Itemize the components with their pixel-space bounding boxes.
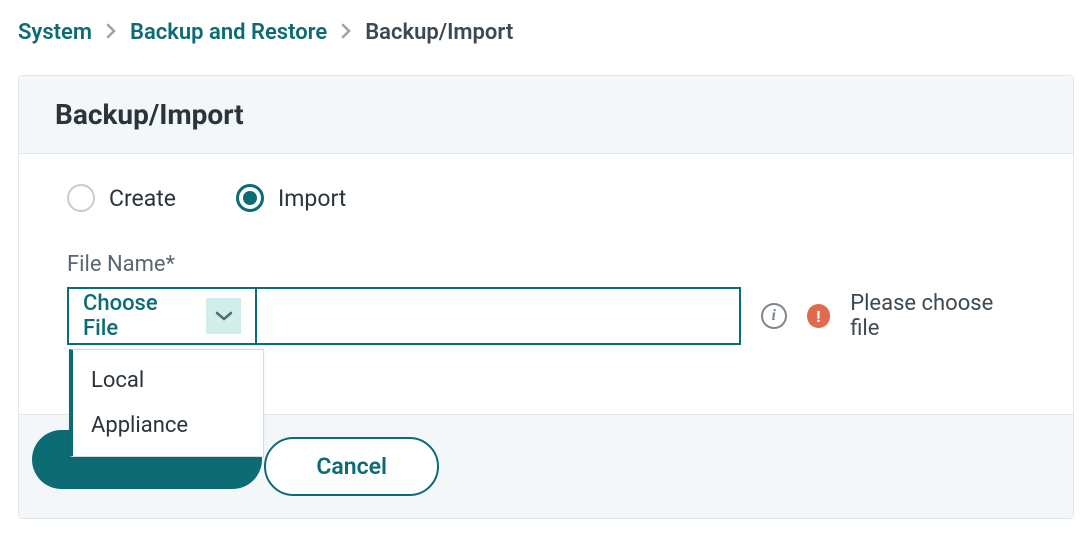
file-name-input[interactable] xyxy=(257,289,739,343)
breadcrumb-current: Backup/Import xyxy=(365,20,513,45)
chevron-down-icon xyxy=(206,298,241,334)
breadcrumb: System Backup and Restore Backup/Import xyxy=(18,20,1074,45)
radio-icon xyxy=(67,184,95,212)
page-title: Backup/Import xyxy=(55,98,1037,131)
dropdown-option-appliance[interactable]: Appliance xyxy=(73,403,263,448)
choose-file-label: Choose File xyxy=(83,291,196,341)
breadcrumb-backup-restore[interactable]: Backup and Restore xyxy=(130,20,327,45)
radio-create[interactable]: Create xyxy=(67,184,176,212)
info-icon[interactable]: i xyxy=(761,303,787,329)
chevron-right-icon xyxy=(341,20,351,45)
chevron-right-icon xyxy=(106,20,116,45)
cancel-button[interactable]: Cancel xyxy=(264,437,439,496)
error-message: Please choose file xyxy=(850,291,1025,341)
radio-icon xyxy=(236,184,264,212)
radio-import-label: Import xyxy=(278,185,346,212)
choose-file-button[interactable]: Choose File xyxy=(69,289,257,343)
error-icon: ! xyxy=(807,304,831,328)
panel-header: Backup/Import xyxy=(19,76,1073,154)
file-controls: Choose File Local Appliance xyxy=(67,287,741,345)
radio-import[interactable]: Import xyxy=(236,184,346,212)
radio-create-label: Create xyxy=(109,185,176,212)
breadcrumb-system[interactable]: System xyxy=(18,20,92,45)
file-name-label: File Name* xyxy=(67,252,1025,277)
backup-import-panel: Backup/Import Create Import File Name* C… xyxy=(18,75,1074,519)
dropdown-option-local[interactable]: Local xyxy=(73,358,263,403)
choose-file-dropdown: Local Appliance xyxy=(69,349,264,457)
